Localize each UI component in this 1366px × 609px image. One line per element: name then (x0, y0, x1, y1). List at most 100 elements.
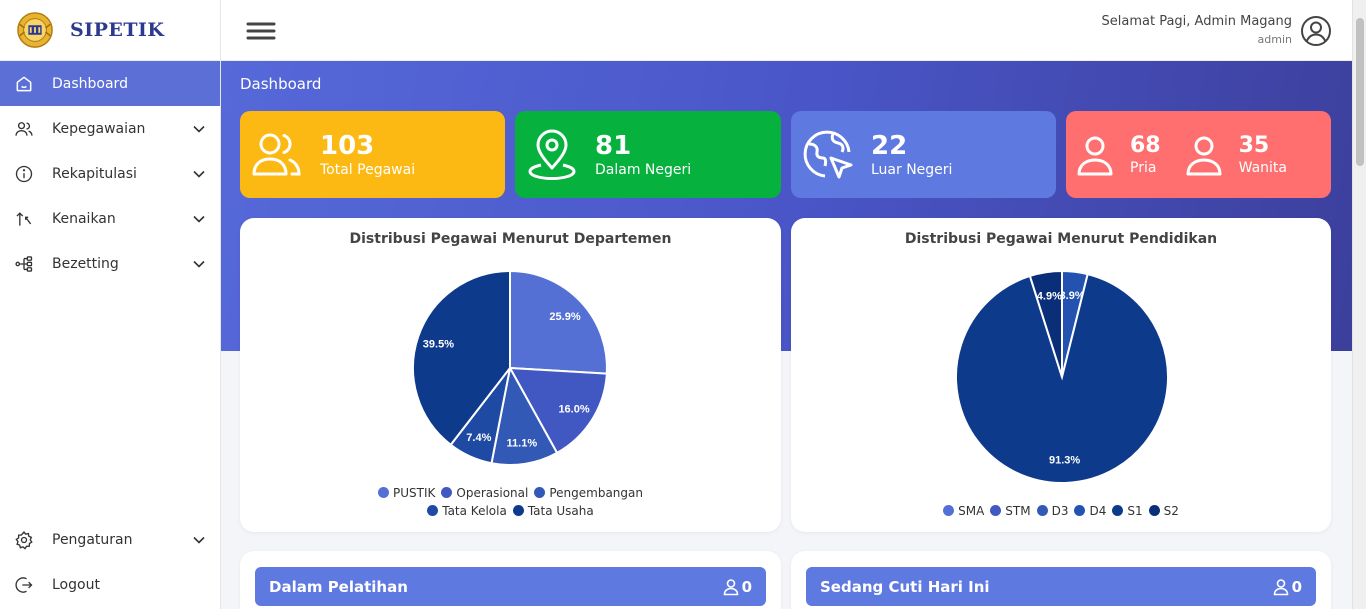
stat-pria: 68 Pria (1076, 133, 1161, 176)
pie-chart-departemen[interactable]: 25.9% 16.0% 11.1% 7.4% 39.5% (240, 218, 781, 532)
chart-card-pendidikan: Distribusi Pegawai Menurut Pendidikan 3.… (791, 218, 1331, 532)
legend-item[interactable]: D4 (1074, 504, 1106, 518)
legend-label: Tata Usaha (527, 504, 594, 518)
chevron-down-icon (193, 125, 205, 133)
legend-label: D4 (1089, 504, 1107, 518)
sidebar-item-pengaturan[interactable]: Pengaturan (0, 517, 220, 562)
pie-data-label: 7.4% (466, 432, 491, 444)
users-icon (252, 133, 301, 175)
page-scrollbar[interactable] (1352, 0, 1366, 609)
legend-item[interactable]: SMA (943, 504, 984, 518)
legend-swatch (1074, 505, 1086, 516)
emblem-logo-icon (17, 12, 53, 48)
legend-item[interactable]: STM (990, 504, 1031, 518)
legend-label: S1 (1127, 504, 1143, 518)
legend-item[interactable]: D3 (1036, 504, 1068, 518)
panel-dalam-pelatihan: Dalam Pelatihan 0 (240, 551, 781, 609)
sidebar-item-label: Bezetting (52, 255, 119, 272)
panel-header[interactable]: Sedang Cuti Hari Ini 0 (806, 567, 1316, 606)
panel-title: Dalam Pelatihan (269, 577, 408, 596)
legend-swatch (512, 505, 524, 516)
panel-count: 0 (1272, 578, 1302, 596)
legend-swatch (943, 505, 955, 516)
pie-data-label: 39.5% (423, 339, 454, 351)
pie-data-label: 11.1% (507, 438, 538, 450)
hamburger-menu-icon[interactable] (246, 20, 276, 42)
stat-label: Total Pegawai (320, 162, 416, 178)
legend-item[interactable]: Pengembangan (534, 486, 643, 500)
legend-label: S2 (1163, 504, 1179, 518)
topbar: Selamat Pagi, Admin Magang admin (221, 0, 1352, 61)
user-icon (1186, 136, 1222, 175)
legend-swatch (534, 487, 546, 498)
stat-luar-negeri[interactable]: 22 Luar Negeri (791, 111, 1056, 198)
sidebar: SIPETIK Dashboard Kepegawaian Rekapitula… (0, 0, 221, 609)
sidebar-item-kepegawaian[interactable]: Kepegawaian (0, 106, 220, 151)
sidebar-item-dashboard[interactable]: Dashboard (0, 61, 220, 106)
legend-swatch (1036, 505, 1048, 516)
legend-item[interactable]: S1 (1112, 504, 1143, 518)
legend-item[interactable]: Tata Kelola (427, 504, 507, 518)
stat-label: Pria (1130, 160, 1157, 176)
legend-label: Operasional (456, 486, 529, 500)
user-icon (1273, 578, 1288, 595)
chevron-down-icon (193, 260, 205, 268)
sidebar-bottom-menu: Pengaturan Logout (0, 517, 220, 607)
panel-title: Sedang Cuti Hari Ini (820, 577, 990, 596)
legend-label: PUSTIK (393, 486, 436, 500)
sidebar-item-rekapitulasi[interactable]: Rekapitulasi (0, 151, 220, 196)
info-icon (14, 164, 34, 184)
legend-swatch (990, 505, 1002, 516)
chevron-down-icon (193, 215, 205, 223)
panel-count-value: 0 (741, 577, 752, 596)
legend-item[interactable]: Operasional (441, 486, 528, 500)
legend-item[interactable]: PUSTIK (378, 486, 435, 500)
pie-chart-pendidikan[interactable]: 3.9%91.3%4.9% (791, 218, 1331, 532)
sidebar-item-kenaikan[interactable]: Kenaikan (0, 196, 220, 241)
page-title: Dashboard (240, 75, 322, 93)
legend-label: Tata Kelola (442, 504, 507, 518)
greeting-text: Selamat Pagi, Admin Magang (1101, 14, 1293, 29)
sidebar-item-logout[interactable]: Logout (0, 562, 220, 607)
legend-item[interactable]: Tata Usaha (512, 504, 594, 518)
sidebar-item-label: Rekapitulasi (52, 165, 137, 182)
legend-swatch (427, 505, 439, 516)
panel-sedang-cuti: Sedang Cuti Hari Ini 0 (791, 551, 1331, 609)
legend-label: Pengembangan (549, 486, 643, 500)
brand-name: SIPETIK (70, 19, 165, 41)
pie-data-label: 25.9% (549, 311, 580, 323)
stat-total-pegawai[interactable]: 103 Total Pegawai (240, 111, 505, 198)
legend-swatch (1148, 505, 1160, 516)
stat-value: 35 (1238, 133, 1270, 158)
scrollbar-thumb[interactable] (1356, 18, 1364, 166)
sidebar-item-bezetting[interactable]: Bezetting (0, 241, 220, 286)
user-greeting: Selamat Pagi, Admin Magang admin (1102, 14, 1293, 46)
main-content: Dashboard 103 Total Pegawai 81 Dalam Neg… (221, 61, 1352, 609)
stat-dalam-negeri[interactable]: 81 Dalam Negeri (515, 111, 781, 198)
panel-count-value: 0 (1291, 577, 1302, 596)
gear-icon (14, 530, 34, 550)
globe-cursor-icon (803, 130, 853, 178)
sidebar-item-label: Pengaturan (52, 531, 133, 548)
pie-data-label: 91.3% (1049, 455, 1080, 467)
panel-header[interactable]: Dalam Pelatihan 0 (255, 567, 766, 606)
home-icon (14, 74, 34, 94)
user-role: admin (1257, 33, 1292, 46)
sidebar-item-label: Kepegawaian (52, 120, 146, 137)
legend-swatch (441, 487, 453, 498)
hierarchy-icon (14, 254, 34, 274)
stat-value: 68 (1130, 133, 1161, 158)
stat-gender[interactable]: 68 Pria 35 Wanita (1066, 111, 1331, 198)
pie-data-label: 16.0% (558, 403, 589, 415)
user-avatar-icon[interactable] (1300, 15, 1332, 47)
stat-label: Luar Negeri (871, 162, 953, 178)
chevron-down-icon (193, 170, 205, 178)
brand[interactable]: SIPETIK (0, 0, 220, 61)
legend-label: STM (1005, 504, 1031, 518)
panel-count: 0 (722, 578, 752, 596)
stat-label: Dalam Negeri (595, 162, 692, 178)
pie-data-label: 4.9% (1037, 290, 1062, 302)
legend-item[interactable]: S2 (1148, 504, 1179, 518)
chart-card-departemen: Distribusi Pegawai Menurut Departemen 25… (240, 218, 781, 532)
sidebar-menu: Dashboard Kepegawaian Rekapitulasi Kenai… (0, 61, 220, 286)
